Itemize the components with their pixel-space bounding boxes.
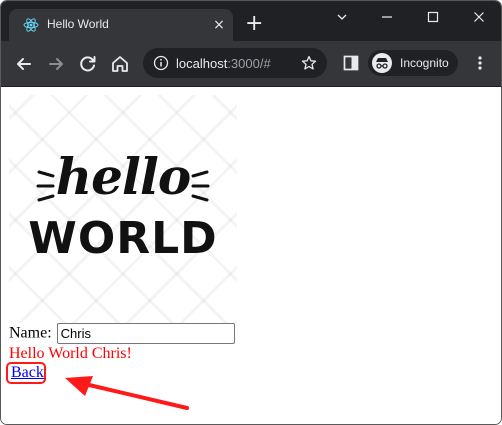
- greeting-text: Hello World Chris!: [9, 345, 132, 362]
- back-arrow-icon[interactable]: [13, 53, 35, 75]
- browser-toolbar: localhost:3000/# Incognito: [1, 41, 501, 87]
- close-window-icon[interactable]: [467, 7, 491, 27]
- tab-strip: Hello World × +: [1, 1, 501, 41]
- tab-search-icon[interactable]: [330, 7, 354, 27]
- url-path: :3000/#: [227, 56, 271, 71]
- forward-arrow-icon[interactable]: [45, 53, 67, 75]
- name-label: Name:: [9, 324, 52, 342]
- browser-window: Hello World × + localhost:3000/# Incogni…: [0, 0, 502, 425]
- site-info-icon[interactable]: [153, 55, 169, 71]
- tab-title: Hello World: [47, 17, 109, 31]
- tab-close-icon[interactable]: ×: [212, 18, 226, 32]
- tab-hello-world[interactable]: Hello World ×: [9, 9, 233, 41]
- incognito-profile-button[interactable]: Incognito: [368, 50, 458, 76]
- url-text[interactable]: localhost:3000/#: [176, 56, 271, 71]
- hero-hello-text: hello: [55, 147, 192, 206]
- incognito-icon: [372, 53, 392, 73]
- annotation-highlight-box: [6, 362, 46, 384]
- hero-world-text: WORLD: [28, 213, 218, 264]
- name-input[interactable]: [56, 323, 235, 344]
- side-panel-icon[interactable]: [342, 54, 360, 72]
- name-form-row: Name:: [9, 323, 235, 345]
- home-icon[interactable]: [109, 53, 131, 75]
- hello-world-image: hello WORLD: [9, 95, 237, 323]
- new-tab-button[interactable]: +: [245, 13, 263, 35]
- react-icon: [23, 18, 39, 32]
- url-host: localhost: [176, 56, 228, 71]
- minimize-icon[interactable]: [375, 7, 399, 27]
- address-bar[interactable]: localhost:3000/#: [143, 48, 327, 78]
- bookmark-star-icon[interactable]: [301, 55, 317, 71]
- maximize-icon[interactable]: [421, 7, 445, 27]
- sparkle-lines-icon: [36, 170, 210, 202]
- profile-label: Incognito: [400, 56, 449, 70]
- reload-icon[interactable]: [77, 53, 99, 75]
- annotation-arrow-icon: [65, 376, 189, 410]
- more-menu-icon[interactable]: [471, 54, 489, 72]
- page-content: hello WORLD Name: Hello World Chris! Bac…: [1, 87, 501, 424]
